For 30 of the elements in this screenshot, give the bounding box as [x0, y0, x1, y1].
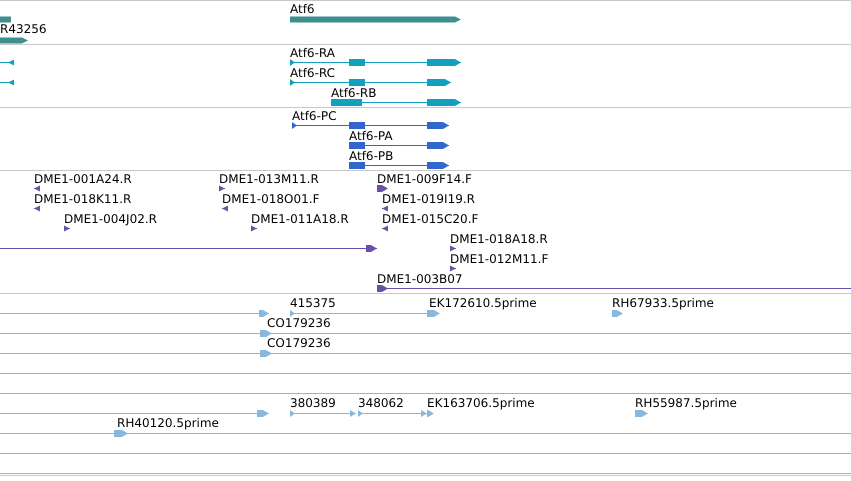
feature-label: DME1-018A18.R — [450, 232, 548, 246]
feature-label: Atf6-PB — [349, 149, 394, 163]
feature-label: DME1-004J02.R — [64, 212, 158, 226]
feature-label: 348062 — [358, 396, 404, 410]
feature-label: DME1-018K11.R — [34, 192, 132, 206]
feature-label: RH55987.5prime — [635, 396, 737, 410]
feature-label: Atf6-RB — [331, 86, 376, 100]
feature-label: DME1-013M11.R — [219, 172, 319, 186]
feature-label: 415375 — [290, 296, 336, 310]
feature-label: Atf6-PC — [292, 109, 337, 123]
feature-label: DME1-015C20.F — [382, 212, 478, 226]
feature-label: DME1-011A18.R — [251, 212, 349, 226]
feature-label: CO179236 — [267, 316, 331, 330]
feature-label: Atf6-RC — [290, 66, 336, 80]
feature-label: R43256 — [0, 22, 47, 36]
feature-label: RH40120.5prime — [117, 416, 219, 430]
feature-label: DME1-018O01.F — [222, 192, 320, 206]
feature-label: Atf6-RA — [290, 46, 335, 60]
feature-label: CO179236 — [267, 336, 331, 350]
feature-label: 380389 — [290, 396, 336, 410]
feature-label: DME1-001A24.R — [34, 172, 132, 186]
feature-label: DME1-019I19.R — [382, 192, 476, 206]
feature-label: Atf6 — [290, 2, 315, 16]
feature-label: DME1-003B07 — [377, 272, 463, 286]
feature-label: Atf6-PA — [349, 129, 393, 143]
feature-label: DME1-012M11.F — [450, 252, 548, 266]
feature-label: EK163706.5prime — [427, 396, 535, 410]
feature-label: RH67933.5prime — [612, 296, 714, 310]
feature-label: EK172610.5prime — [429, 296, 537, 310]
feature-label: DME1-009F14.F — [377, 172, 472, 186]
